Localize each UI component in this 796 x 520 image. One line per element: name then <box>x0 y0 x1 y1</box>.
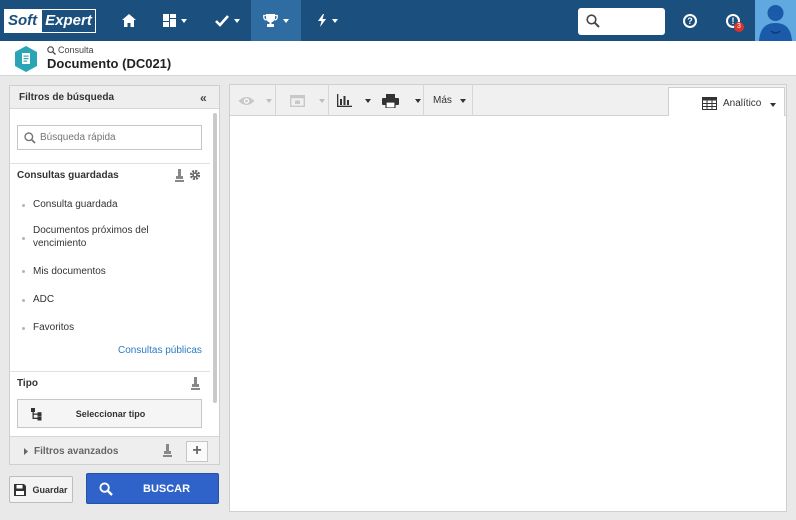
check-icon <box>214 14 229 27</box>
printer-icon <box>382 94 399 108</box>
collapse-panel-icon[interactable]: « <box>200 91 206 105</box>
document-hexagon-icon <box>15 46 37 72</box>
list-bullet <box>22 327 25 330</box>
user-silhouette-icon <box>755 0 796 41</box>
search-icon <box>586 14 600 28</box>
chevron-down-icon <box>415 99 421 103</box>
filters-panel-title: Filtros de búsqueda <box>19 92 115 103</box>
home-icon <box>122 14 136 27</box>
add-filter-button[interactable]: + <box>186 441 208 462</box>
notification-badge: 3 <box>734 22 744 32</box>
help-icon: ? <box>683 13 697 28</box>
chevron-down-icon <box>319 99 325 103</box>
filters-panel-header: Filtros de búsqueda « <box>10 86 219 109</box>
actions-menu-button[interactable] <box>305 0 349 41</box>
search-icon <box>47 45 56 55</box>
page-title: Documento (DC021) <box>47 56 172 71</box>
eraser-icon[interactable] <box>191 377 200 390</box>
select-type-label: Seleccionar tipo <box>75 409 146 419</box>
view-record-button[interactable] <box>230 85 276 116</box>
bar-chart-icon <box>337 94 352 107</box>
gear-icon[interactable] <box>189 169 201 181</box>
global-search-input[interactable] <box>578 8 665 35</box>
print-button[interactable] <box>374 85 424 116</box>
eraser-icon[interactable] <box>175 169 184 182</box>
view-mode-label: Analítico <box>723 98 762 109</box>
chevron-down-icon <box>365 99 371 103</box>
floppy-disk-icon <box>14 483 27 496</box>
breadcrumb-label: Consulta <box>58 45 94 55</box>
chevron-down-icon <box>331 18 338 23</box>
dashboard-icon <box>163 14 176 27</box>
results-toolbar: Más Analítico <box>230 85 786 117</box>
save-button[interactable]: Guardar <box>9 476 73 503</box>
logo-text-soft: Soft <box>4 9 42 33</box>
help-button[interactable]: ? <box>676 0 704 41</box>
saved-query-item[interactable]: Favoritos <box>33 321 183 334</box>
select-type-button[interactable]: Seleccionar tipo <box>17 399 202 428</box>
chevron-down-icon <box>770 103 776 107</box>
divider <box>10 163 210 164</box>
divider <box>10 371 210 372</box>
lightning-icon <box>317 14 326 27</box>
more-button-label: Más <box>433 95 452 106</box>
table-grid-icon <box>702 97 717 110</box>
more-button[interactable]: Más <box>424 85 473 116</box>
saved-query-item[interactable]: ADC <box>33 293 183 306</box>
search-icon <box>24 132 36 144</box>
search-button[interactable]: BUSCAR <box>86 473 219 504</box>
home-button[interactable] <box>110 0 148 41</box>
results-content-area <box>230 116 786 511</box>
caret-right-icon <box>24 448 28 455</box>
chevron-down-icon <box>460 99 466 103</box>
view-mode-selector[interactable]: Analítico <box>668 87 785 117</box>
user-avatar[interactable] <box>755 0 796 41</box>
advanced-filters-label: Filtros avanzados <box>34 446 119 457</box>
search-icon <box>99 482 113 496</box>
quick-search-input[interactable] <box>40 130 195 145</box>
eye-icon <box>238 97 255 105</box>
saved-query-item[interactable]: Consulta guardada <box>33 198 183 211</box>
notifications-button[interactable]: ! <box>719 0 747 41</box>
chart-button[interactable] <box>329 85 374 116</box>
softexpert-logo[interactable]: Soft Expert <box>4 9 96 33</box>
list-bullet <box>22 270 25 273</box>
public-queries-link[interactable]: Consultas públicas <box>118 345 202 356</box>
filters-scrollbar[interactable] <box>213 113 217 403</box>
quick-search-field[interactable] <box>17 125 202 150</box>
trophy-icon <box>263 13 278 27</box>
saved-query-item[interactable]: Documentos próximos del vencimiento <box>33 224 183 250</box>
search-filters-panel: Filtros de búsqueda « Consultas guardada… <box>9 85 220 465</box>
top-navigation-bar: Soft Expert ? ! 3 <box>0 0 796 41</box>
list-bullet <box>22 204 25 207</box>
dashboard-menu-button[interactable] <box>152 0 198 41</box>
save-button-label: Guardar <box>32 484 68 495</box>
logo-text-expert: Expert <box>41 9 96 33</box>
export-button[interactable] <box>276 85 329 116</box>
plus-icon: + <box>192 442 202 459</box>
saved-queries-title: Consultas guardadas <box>17 170 119 181</box>
list-bullet <box>22 299 25 302</box>
tasks-menu-button[interactable] <box>204 0 250 41</box>
advanced-filters-bar[interactable]: Filtros avanzados + <box>10 436 219 464</box>
saved-query-item[interactable]: Mis documentos <box>33 265 183 278</box>
goals-menu-button[interactable] <box>251 0 301 41</box>
chevron-down-icon <box>233 18 240 23</box>
chevron-down-icon <box>283 18 289 23</box>
results-panel: Más Analítico <box>229 84 787 512</box>
type-section-title: Tipo <box>17 378 38 389</box>
breadcrumb: Consulta <box>47 45 94 55</box>
search-button-label: BUSCAR <box>143 483 191 495</box>
chevron-down-icon <box>266 99 272 103</box>
page-header: Consulta Documento (DC021) <box>0 41 796 76</box>
list-bullet <box>22 237 25 240</box>
window-export-icon <box>290 95 305 107</box>
eraser-icon[interactable] <box>163 444 172 457</box>
chevron-down-icon <box>181 18 187 23</box>
